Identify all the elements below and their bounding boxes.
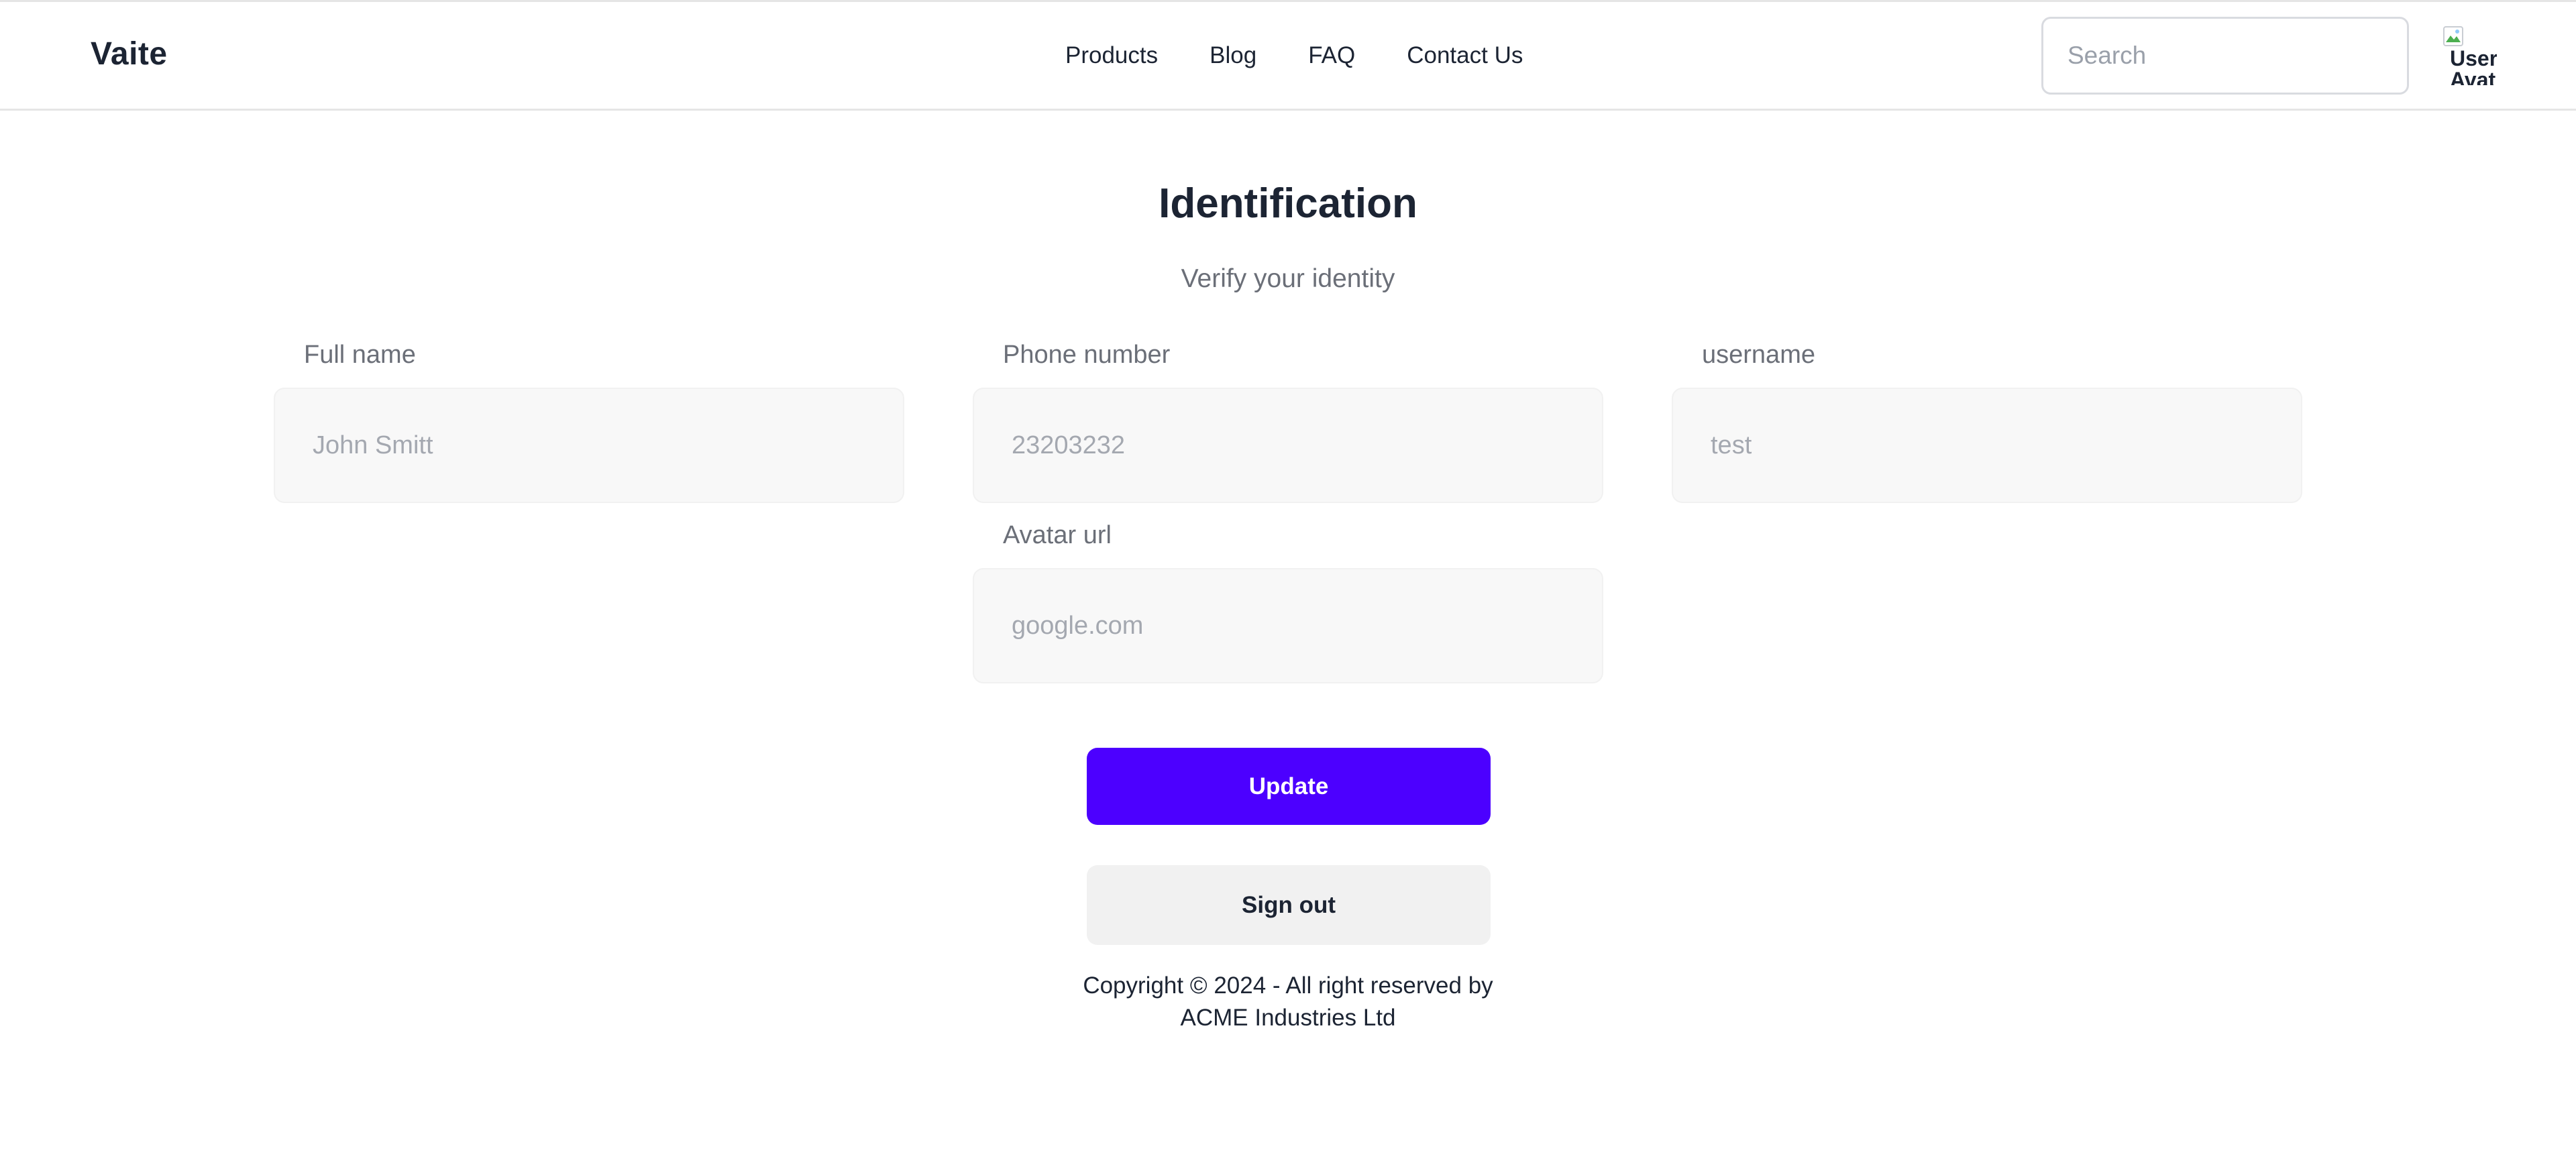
avatar-url-input[interactable] bbox=[973, 568, 1603, 683]
nav-contact-us[interactable]: Contact Us bbox=[1407, 42, 1523, 69]
page-subtitle: Verify your identity bbox=[1181, 264, 1395, 293]
nav-blog[interactable]: Blog bbox=[1210, 42, 1256, 69]
page-title: Identification bbox=[1159, 180, 1417, 227]
header: Vaite Products Blog FAQ Contact Us User … bbox=[0, 2, 2576, 111]
avatar-alt-text: User Avatar bbox=[2450, 46, 2497, 85]
username-input[interactable] bbox=[1672, 388, 2302, 503]
full-name-label: Full name bbox=[304, 341, 416, 369]
full-name-input[interactable] bbox=[274, 388, 904, 503]
footer: Copyright © 2024 - All right reserved by… bbox=[0, 970, 2576, 1034]
nav-faq[interactable]: FAQ bbox=[1308, 42, 1355, 69]
update-button[interactable]: Update bbox=[1087, 748, 1491, 825]
brand-logo[interactable]: Vaite bbox=[91, 36, 168, 72]
sign-out-button[interactable]: Sign out bbox=[1087, 865, 1491, 945]
username-label: username bbox=[1702, 341, 1815, 369]
phone-number-input[interactable] bbox=[973, 388, 1603, 503]
avatar-url-label: Avatar url bbox=[1003, 521, 1112, 549]
broken-image-icon bbox=[2443, 26, 2463, 46]
avatar[interactable]: User Avatar bbox=[2443, 26, 2497, 85]
phone-number-label: Phone number bbox=[1003, 341, 1171, 369]
search-input[interactable] bbox=[2041, 17, 2409, 95]
company-name: ACME Industries Ltd bbox=[1180, 1005, 1396, 1031]
nav-products[interactable]: Products bbox=[1065, 42, 1158, 69]
copyright-text: Copyright © 2024 - All right reserved by bbox=[1083, 972, 1493, 999]
main-nav: Products Blog FAQ Contact Us bbox=[1065, 42, 1523, 69]
